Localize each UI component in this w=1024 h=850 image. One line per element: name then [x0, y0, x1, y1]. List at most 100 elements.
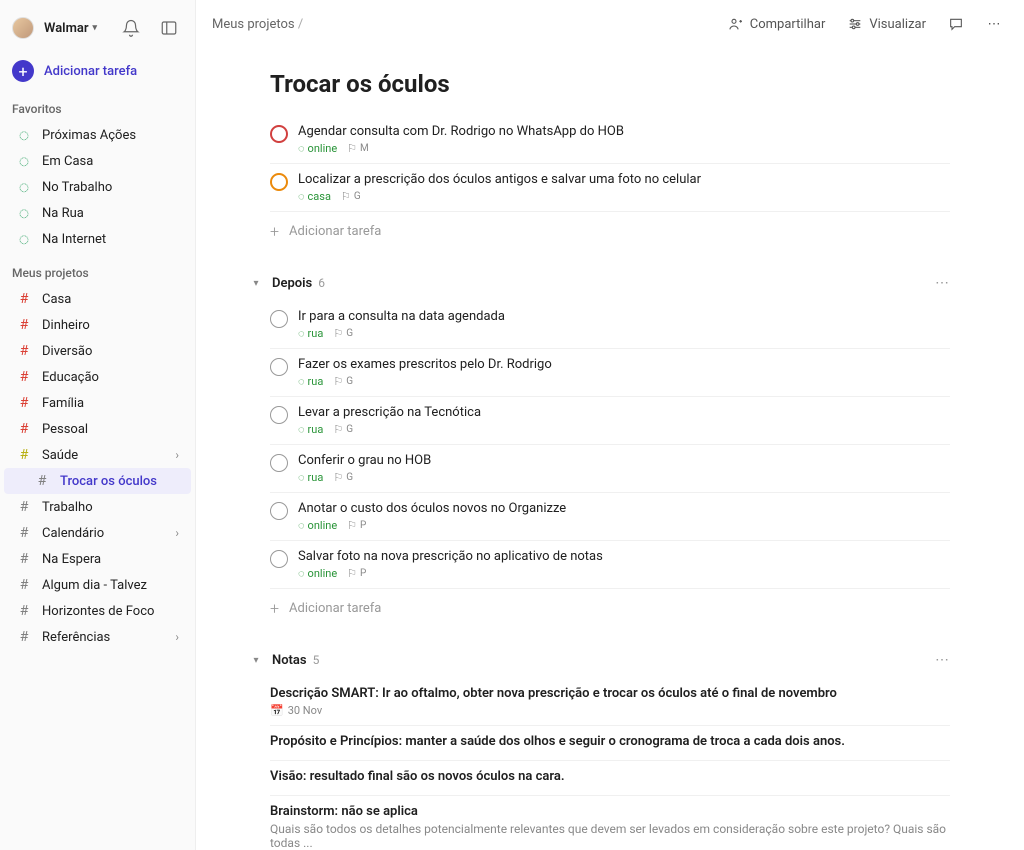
share-button[interactable]: Compartilhar [722, 12, 832, 36]
add-task-inline[interactable]: +Adicionar tarefa [270, 212, 950, 251]
add-task-inline[interactable]: +Adicionar tarefa [270, 589, 950, 628]
plus-icon: + [270, 222, 279, 241]
section-header[interactable]: ▾ Notas 5 ⋯ [270, 650, 950, 670]
section-header[interactable]: ▾ Depois 6 ⋯ [270, 273, 950, 293]
more-button[interactable]: ⋯ [980, 12, 1008, 36]
tag-icon: ◌ [298, 567, 305, 580]
note-description: Quais são todos os detalhes potencialmen… [270, 822, 950, 850]
task-row[interactable]: Levar a prescrição na Tecnótica ◌rua ⚐G [270, 397, 950, 445]
flag-tag[interactable]: ⚐G [333, 471, 353, 484]
plus-icon: + [270, 599, 279, 618]
task-row[interactable]: Agendar consulta com Dr. Rodrigo no What… [270, 116, 950, 164]
sidebar-project-item[interactable]: #Trocar os óculos [4, 468, 191, 494]
flag-tag[interactable]: ⚐P [347, 519, 366, 532]
sidebar-project-item[interactable]: #Casa [4, 286, 191, 312]
sidebar-project-item[interactable]: #Algum dia - Talvez [4, 572, 191, 598]
flag-icon: ⚐ [347, 519, 357, 532]
sidebar-favorite-item[interactable]: ◌Próximas Ações [4, 122, 191, 148]
note-row[interactable]: Propósito e Princípios: manter a saúde d… [270, 726, 950, 761]
task-row[interactable]: Localizar a prescrição dos óculos antigo… [270, 164, 950, 212]
context-tag[interactable]: ◌online [298, 567, 337, 580]
sidebar-favorite-item[interactable]: ◌Na Internet [4, 226, 191, 252]
tag-icon: ◌ [298, 142, 305, 155]
flag-tag[interactable]: ⚐G [333, 327, 353, 340]
sidebar-project-item[interactable]: #Saúde› [4, 442, 191, 468]
sidebar-project-item[interactable]: #Família [4, 390, 191, 416]
flag-tag[interactable]: ⚐G [333, 423, 353, 436]
flag-tag[interactable]: ⚐G [333, 375, 353, 388]
sidebar-project-item[interactable]: #Referências› [4, 624, 191, 650]
task-title: Ir para a consulta na data agendada [298, 309, 950, 324]
task-checkbox[interactable] [270, 358, 288, 376]
task-checkbox[interactable] [270, 173, 288, 191]
sidebar-favorite-item[interactable]: ◌Na Rua [4, 200, 191, 226]
context-tag[interactable]: ◌casa [298, 190, 331, 203]
section-more-icon[interactable]: ⋯ [935, 652, 950, 668]
section-more-icon[interactable]: ⋯ [935, 275, 950, 291]
note-title: Visão: resultado final são os novos ócul… [270, 769, 950, 784]
task-checkbox[interactable] [270, 550, 288, 568]
topbar: Meus projetos / Compartilhar Visualizar [196, 0, 1024, 48]
view-button[interactable]: Visualizar [841, 12, 932, 36]
sidebar-project-item[interactable]: #Educação [4, 364, 191, 390]
chevron-down-icon[interactable]: ▾ [246, 650, 266, 670]
workspace-switcher[interactable]: Walmar ▾ [44, 21, 107, 36]
sidebar-project-item[interactable]: #Horizontes de Foco [4, 598, 191, 624]
avatar[interactable] [12, 17, 34, 39]
task-checkbox[interactable] [270, 406, 288, 424]
tag-icon: ◌ [298, 327, 305, 340]
context-tag[interactable]: ◌rua [298, 471, 323, 484]
sidebar-toggle-icon[interactable] [155, 14, 183, 42]
note-date: 📅30 Nov [270, 704, 950, 717]
task-checkbox[interactable] [270, 125, 288, 143]
sidebar-favorite-item[interactable]: ◌No Trabalho [4, 174, 191, 200]
page-title: Trocar os óculos [270, 70, 950, 98]
task-checkbox[interactable] [270, 502, 288, 520]
flag-tag[interactable]: ⚐G [341, 190, 361, 203]
favorites-header[interactable]: Favoritos [0, 98, 195, 122]
sidebar-project-item[interactable]: #Na Espera [4, 546, 191, 572]
context-tag[interactable]: ◌online [298, 142, 337, 155]
sidebar-project-item[interactable]: #Dinheiro [4, 312, 191, 338]
flag-tag[interactable]: ⚐P [347, 567, 366, 580]
sidebar-favorite-item[interactable]: ◌Em Casa [4, 148, 191, 174]
task-row[interactable]: Salvar foto na nova prescrição no aplica… [270, 541, 950, 589]
flag-icon: ⚐ [333, 423, 343, 436]
task-title: Fazer os exames prescritos pelo Dr. Rodr… [298, 357, 950, 372]
task-row[interactable]: Anotar o custo dos óculos novos no Organ… [270, 493, 950, 541]
sidebar-project-item[interactable]: #Calendário› [4, 520, 191, 546]
task-row[interactable]: Conferir o grau no HOB ◌rua ⚐G [270, 445, 950, 493]
task-checkbox[interactable] [270, 310, 288, 328]
task-title: Agendar consulta com Dr. Rodrigo no What… [298, 124, 950, 139]
note-row[interactable]: Descrição SMART: Ir ao oftalmo, obter no… [270, 678, 950, 726]
chevron-down-icon[interactable]: ▾ [246, 273, 266, 293]
chevron-right-icon: › [175, 630, 179, 644]
flag-tag[interactable]: ⚐M [347, 142, 369, 155]
more-icon: ⋯ [986, 16, 1002, 32]
note-row[interactable]: Visão: resultado final são os novos ócul… [270, 761, 950, 796]
breadcrumb[interactable]: Meus projetos / [212, 17, 303, 32]
chevron-down-icon: ▾ [93, 23, 98, 33]
context-tag[interactable]: ◌rua [298, 327, 323, 340]
task-checkbox[interactable] [270, 454, 288, 472]
notifications-icon[interactable] [117, 14, 145, 42]
task-row[interactable]: Fazer os exames prescritos pelo Dr. Rodr… [270, 349, 950, 397]
note-row[interactable]: Brainstorm: não se aplica Quais são todo… [270, 796, 950, 850]
add-task-button[interactable]: + Adicionar tarefa [0, 54, 195, 88]
hash-icon: # [16, 317, 32, 333]
projects-header[interactable]: Meus projetos [0, 262, 195, 286]
context-tag[interactable]: ◌online [298, 519, 337, 532]
sidebar-project-item[interactable]: #Diversão [4, 338, 191, 364]
sidebar-project-item[interactable]: #Trabalho [4, 494, 191, 520]
task-title: Anotar o custo dos óculos novos no Organ… [298, 501, 950, 516]
comments-button[interactable] [942, 12, 970, 36]
filter-icon: ◌ [16, 127, 32, 143]
task-row[interactable]: Ir para a consulta na data agendada ◌rua… [270, 301, 950, 349]
share-icon [728, 16, 744, 32]
flag-icon: ⚐ [333, 327, 343, 340]
sidebar-project-item[interactable]: #Pessoal [4, 416, 191, 442]
context-tag[interactable]: ◌rua [298, 375, 323, 388]
tag-icon: ◌ [298, 190, 305, 203]
context-tag[interactable]: ◌rua [298, 423, 323, 436]
flag-icon: ⚐ [333, 375, 343, 388]
